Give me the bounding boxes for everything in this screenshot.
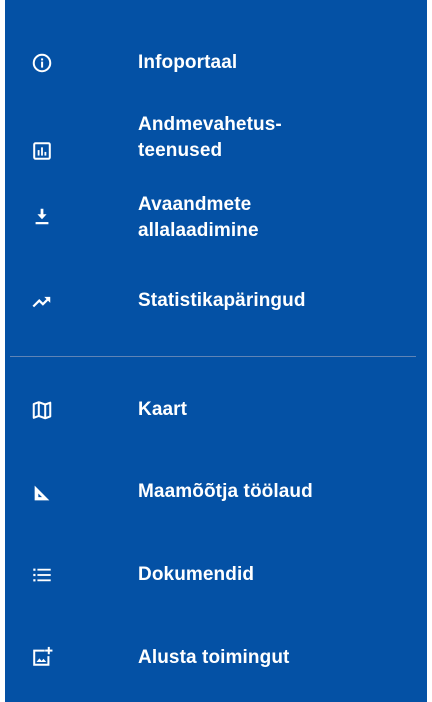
menu-item-label: Andmevahetus- teenused <box>138 112 388 164</box>
menu-item-andmevahetusteenused[interactable]: Andmevahetus- teenused <box>5 112 427 166</box>
menu-item-dokumendid[interactable]: Dokumendid <box>5 562 427 588</box>
label-line: Avaandmete <box>138 194 252 215</box>
download-icon <box>31 206 53 228</box>
label-line: Maamõõtja töölaud <box>138 481 313 502</box>
menu-item-label: Avaandmete allalaadimine <box>138 192 388 244</box>
ruler-triangle-icon <box>31 482 53 504</box>
label-line: Infoportaal <box>138 52 238 73</box>
navigation-menu: Infoportaal Andmevahetus- teenused Avaan… <box>5 0 427 702</box>
menu-item-infoportaal[interactable]: Infoportaal <box>5 50 427 76</box>
trending-up-icon <box>31 290 53 312</box>
menu-item-maamootja-toolaud[interactable]: Maamõõtja töölaud <box>5 479 427 505</box>
bar-chart-icon <box>31 140 53 162</box>
add-photo-icon <box>31 646 53 668</box>
list-icon <box>31 564 53 586</box>
menu-item-statistikaparingud[interactable]: Statistikapäringud <box>5 288 427 314</box>
label-line: Alusta toimingut <box>138 647 290 668</box>
menu-item-label: Kaart <box>138 397 388 423</box>
menu-item-avaandmete-allalaadimine[interactable]: Avaandmete allalaadimine <box>5 192 427 246</box>
menu-item-label: Dokumendid <box>138 562 388 588</box>
label-line: Dokumendid <box>138 564 255 585</box>
menu-item-kaart[interactable]: Kaart <box>5 397 427 423</box>
label-line: allalaadimine <box>138 220 259 241</box>
label-line: Kaart <box>138 399 188 420</box>
label-line: Andmevahetus- <box>138 114 282 135</box>
menu-item-label: Maamõõtja töölaud <box>138 479 388 505</box>
map-icon <box>31 399 53 421</box>
menu-item-label: Infoportaal <box>138 50 388 76</box>
label-line: Statistikapäringud <box>138 290 306 311</box>
menu-item-alusta-toimingut[interactable]: Alusta toimingut <box>5 645 427 671</box>
label-line: teenused <box>138 140 223 161</box>
menu-item-label: Alusta toimingut <box>138 645 388 671</box>
menu-item-label: Statistikapäringud <box>138 288 388 314</box>
menu-divider <box>10 356 416 357</box>
info-icon <box>31 52 53 74</box>
